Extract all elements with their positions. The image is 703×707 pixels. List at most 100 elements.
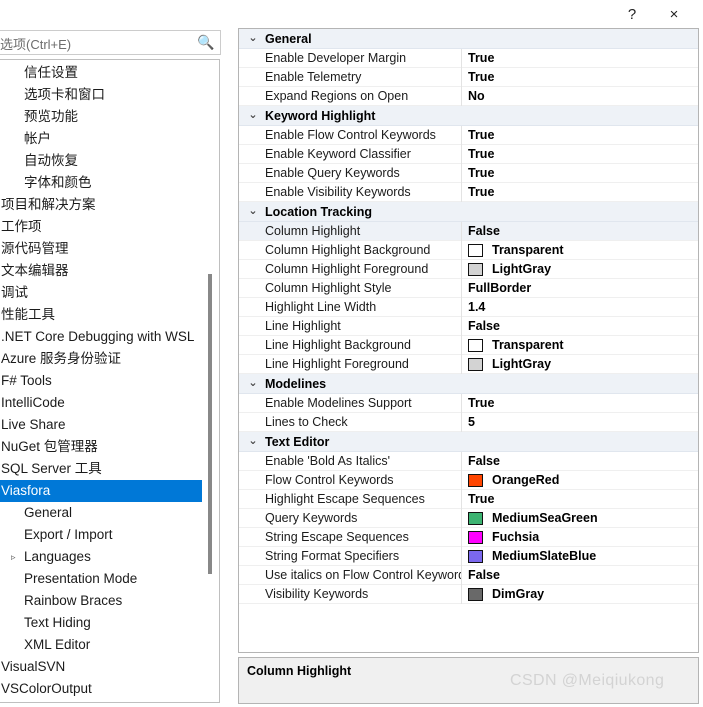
property-row[interactable]: Line Highlight Foreground LightGray: [239, 355, 698, 374]
sidebar-item[interactable]: Azure 服务身份验证: [0, 348, 203, 370]
property-value[interactable]: Transparent: [468, 241, 564, 260]
property-row[interactable]: Line Highlight Background Transparent: [239, 336, 698, 355]
sidebar-item[interactable]: ▹ Languages: [0, 546, 203, 568]
property-row[interactable]: Line Highlight False: [239, 317, 698, 336]
column-divider[interactable]: [461, 260, 462, 279]
column-divider[interactable]: [461, 547, 462, 566]
property-row[interactable]: Enable Flow Control Keywords True: [239, 126, 698, 145]
property-value[interactable]: DimGray: [468, 585, 544, 604]
column-divider[interactable]: [461, 164, 462, 183]
close-icon[interactable]: ×: [657, 0, 691, 28]
property-row[interactable]: Query Keywords MediumSeaGreen: [239, 509, 698, 528]
sidebar-item[interactable]: .NET Core Debugging with WSL: [0, 326, 203, 348]
property-row[interactable]: Column Highlight Background Transparent: [239, 241, 698, 260]
sidebar-item[interactable]: 选项卡和窗口: [0, 84, 203, 106]
chevron-down-icon[interactable]: ⌄: [247, 202, 259, 222]
column-divider[interactable]: [461, 317, 462, 336]
help-icon[interactable]: ?: [615, 0, 649, 28]
sidebar-item[interactable]: 项目和解决方案: [0, 194, 203, 216]
property-row[interactable]: String Escape Sequences Fuchsia: [239, 528, 698, 547]
sidebar-item[interactable]: 源代码管理: [0, 238, 203, 260]
property-value[interactable]: False: [468, 222, 500, 241]
property-value[interactable]: False: [468, 317, 500, 336]
sidebar-item[interactable]: 文本编辑器: [0, 260, 203, 282]
property-category-header[interactable]: ⌄ Location Tracking: [239, 202, 698, 222]
sidebar-item[interactable]: 调试: [0, 282, 203, 304]
sidebar-item[interactable]: 自动恢复: [0, 150, 203, 172]
sidebar-item[interactable]: 字体和颜色: [0, 172, 203, 194]
property-value[interactable]: False: [468, 566, 500, 585]
property-value[interactable]: 5: [468, 413, 475, 432]
property-value[interactable]: MediumSlateBlue: [468, 547, 596, 566]
tree-scrollbar-thumb[interactable]: [208, 274, 212, 574]
column-divider[interactable]: [461, 471, 462, 490]
property-row[interactable]: Enable Developer Margin True: [239, 49, 698, 68]
property-row[interactable]: Flow Control Keywords OrangeRed: [239, 471, 698, 490]
property-value[interactable]: True: [468, 145, 494, 164]
property-category-header[interactable]: ⌄ Text Editor: [239, 432, 698, 452]
property-value[interactable]: LightGray: [468, 260, 551, 279]
sidebar-item[interactable]: SQL Server 工具: [0, 458, 203, 480]
property-row[interactable]: Expand Regions on Open No: [239, 87, 698, 106]
sidebar-item[interactable]: 性能工具: [0, 304, 203, 326]
column-divider[interactable]: [461, 336, 462, 355]
property-value[interactable]: No: [468, 87, 485, 106]
sidebar-item[interactable]: 工作项: [0, 216, 203, 238]
column-divider[interactable]: [461, 585, 462, 604]
column-divider[interactable]: [461, 528, 462, 547]
chevron-down-icon[interactable]: ⌄: [247, 432, 259, 452]
sidebar-item[interactable]: Web Forms 设计器: [0, 700, 203, 702]
property-value[interactable]: True: [468, 394, 494, 413]
property-value[interactable]: True: [468, 183, 494, 202]
column-divider[interactable]: [461, 145, 462, 164]
property-value[interactable]: FullBorder: [468, 279, 531, 298]
column-divider[interactable]: [461, 241, 462, 260]
sidebar-item[interactable]: 帐户: [0, 128, 203, 150]
column-divider[interactable]: [461, 452, 462, 471]
chevron-down-icon[interactable]: ⌄: [247, 106, 259, 126]
property-value[interactable]: Transparent: [468, 336, 564, 355]
property-row[interactable]: Visibility Keywords DimGray: [239, 585, 698, 604]
property-row[interactable]: Highlight Line Width 1.4: [239, 298, 698, 317]
property-value[interactable]: MediumSeaGreen: [468, 509, 598, 528]
sidebar-item[interactable]: NuGet 包管理器: [0, 436, 203, 458]
sidebar-item[interactable]: 预览功能: [0, 106, 203, 128]
property-row[interactable]: Enable Modelines Support True: [239, 394, 698, 413]
column-divider[interactable]: [461, 126, 462, 145]
sidebar-item[interactable]: VSColorOutput: [0, 678, 203, 700]
property-row[interactable]: Column Highlight Style FullBorder: [239, 279, 698, 298]
sidebar-item[interactable]: Export / Import: [0, 524, 203, 546]
property-row[interactable]: Highlight Escape Sequences True: [239, 490, 698, 509]
search-icon[interactable]: 🔍: [197, 34, 214, 51]
sidebar-item[interactable]: XML Editor: [0, 634, 203, 656]
chevron-down-icon[interactable]: ⌄: [247, 29, 259, 49]
property-category-header[interactable]: ⌄ General: [239, 29, 698, 49]
column-divider[interactable]: [461, 566, 462, 585]
property-value[interactable]: LightGray: [468, 355, 551, 374]
sidebar-item[interactable]: IntelliCode: [0, 392, 203, 414]
property-row[interactable]: Enable 'Bold As Italics' False: [239, 452, 698, 471]
column-divider[interactable]: [461, 355, 462, 374]
property-value[interactable]: True: [468, 126, 494, 145]
property-category-header[interactable]: ⌄ Keyword Highlight: [239, 106, 698, 126]
column-divider[interactable]: [461, 279, 462, 298]
column-divider[interactable]: [461, 394, 462, 413]
sidebar-item[interactable]: Presentation Mode: [0, 568, 203, 590]
property-value[interactable]: Fuchsia: [468, 528, 539, 547]
tree-scrollbar[interactable]: [202, 61, 218, 702]
property-row[interactable]: Enable Query Keywords True: [239, 164, 698, 183]
column-divider[interactable]: [461, 68, 462, 87]
column-divider[interactable]: [461, 509, 462, 528]
sidebar-item[interactable]: VisualSVN: [0, 656, 203, 678]
property-row[interactable]: Column Highlight False: [239, 222, 698, 241]
property-value[interactable]: True: [468, 49, 494, 68]
sidebar-item[interactable]: Viasfora: [0, 480, 203, 502]
property-category-header[interactable]: ⌄ Modelines: [239, 374, 698, 394]
sidebar-item[interactable]: F# Tools: [0, 370, 203, 392]
column-divider[interactable]: [461, 49, 462, 68]
property-row[interactable]: Enable Keyword Classifier True: [239, 145, 698, 164]
property-row[interactable]: Enable Visibility Keywords True: [239, 183, 698, 202]
property-row[interactable]: Column Highlight Foreground LightGray: [239, 260, 698, 279]
property-row[interactable]: Lines to Check 5: [239, 413, 698, 432]
property-value[interactable]: OrangeRed: [468, 471, 559, 490]
